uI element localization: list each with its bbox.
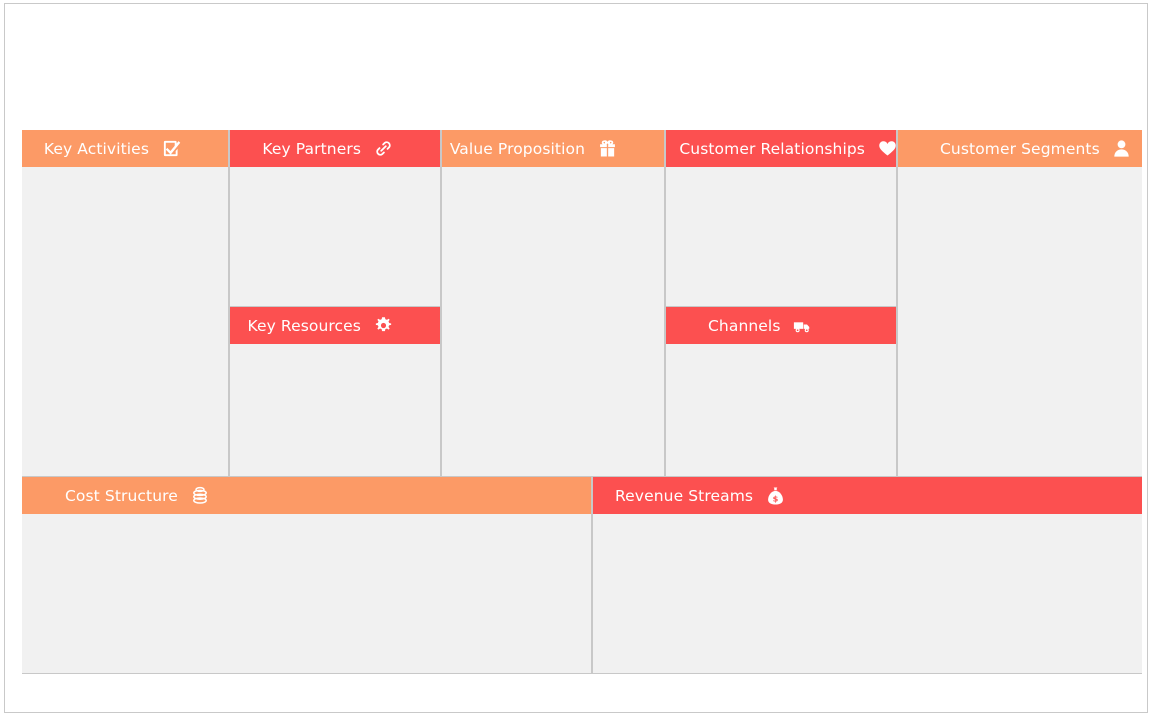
block-header-value-proposition: Value Proposition <box>442 130 664 167</box>
block-header-key-resources: Key Resources <box>230 307 440 344</box>
gear-icon <box>373 316 393 336</box>
user-icon <box>1112 139 1132 159</box>
block-content-key-resources[interactable] <box>230 344 440 476</box>
block-title-customer-relationships: Customer Relationships <box>679 139 865 158</box>
block-header-customer-segments: Customer Segments <box>898 130 1142 167</box>
block-customer-segments[interactable]: Customer Segments <box>897 130 1142 477</box>
coin-stack-icon <box>190 486 210 506</box>
link-icon <box>373 139 393 159</box>
block-title-value-proposition: Value Proposition <box>449 139 585 158</box>
canvas-bottom-row: Cost Structure Revenue Streams $ <box>22 477 1142 674</box>
canvas-column-relationships-channels: Customer Relationships Channels <box>665 130 897 477</box>
checkbox-checked-icon <box>161 139 181 159</box>
block-key-activities[interactable]: Key Activities <box>22 130 229 477</box>
heart-icon <box>877 139 896 159</box>
block-revenue-streams[interactable]: Revenue Streams $ <box>592 477 1142 674</box>
block-title-channels: Channels <box>708 316 781 335</box>
block-content-value-proposition[interactable] <box>442 167 664 476</box>
block-value-proposition[interactable]: Value Proposition <box>441 130 665 477</box>
block-header-key-activities: Key Activities <box>22 130 228 167</box>
block-channels[interactable]: Channels <box>665 307 897 477</box>
page-frame: Key Activities Key Partners Key Resource… <box>4 3 1148 713</box>
canvas-column-customer-segments: Customer Segments <box>897 130 1142 477</box>
block-customer-relationships[interactable]: Customer Relationships <box>665 130 897 307</box>
block-title-key-resources: Key Resources <box>247 316 361 335</box>
block-title-key-activities: Key Activities <box>43 139 149 158</box>
block-key-resources[interactable]: Key Resources <box>229 307 441 477</box>
block-key-partners[interactable]: Key Partners <box>229 130 441 307</box>
block-cost-structure[interactable]: Cost Structure <box>22 477 592 674</box>
business-model-canvas-grid: Key Activities Key Partners Key Resource… <box>22 130 1142 674</box>
canvas-column-value-proposition: Value Proposition <box>441 130 665 477</box>
block-header-key-partners: Key Partners <box>230 130 440 167</box>
block-content-channels[interactable] <box>666 344 896 476</box>
canvas-column-key-partners-resources: Key Partners Key Resources <box>229 130 441 477</box>
block-content-customer-relationships[interactable] <box>666 167 896 306</box>
block-content-key-activities[interactable] <box>22 167 228 476</box>
block-header-revenue-streams: Revenue Streams $ <box>593 477 1142 514</box>
gift-icon <box>597 139 617 159</box>
block-title-key-partners: Key Partners <box>262 139 361 158</box>
truck-icon <box>793 316 813 336</box>
block-content-customer-segments[interactable] <box>898 167 1142 476</box>
block-content-key-partners[interactable] <box>230 167 440 306</box>
block-content-revenue-streams[interactable] <box>593 514 1142 673</box>
money-bag-icon: $ <box>765 486 785 506</box>
block-title-cost-structure: Cost Structure <box>65 486 178 505</box>
block-title-revenue-streams: Revenue Streams <box>615 486 754 505</box>
canvas-column-key-activities: Key Activities <box>22 130 229 477</box>
block-header-channels: Channels <box>666 307 896 344</box>
svg-text:$: $ <box>772 493 778 503</box>
block-header-customer-relationships: Customer Relationships <box>666 130 896 167</box>
block-header-cost-structure: Cost Structure <box>22 477 591 514</box>
block-title-customer-segments: Customer Segments <box>940 139 1100 158</box>
block-content-cost-structure[interactable] <box>22 514 591 673</box>
